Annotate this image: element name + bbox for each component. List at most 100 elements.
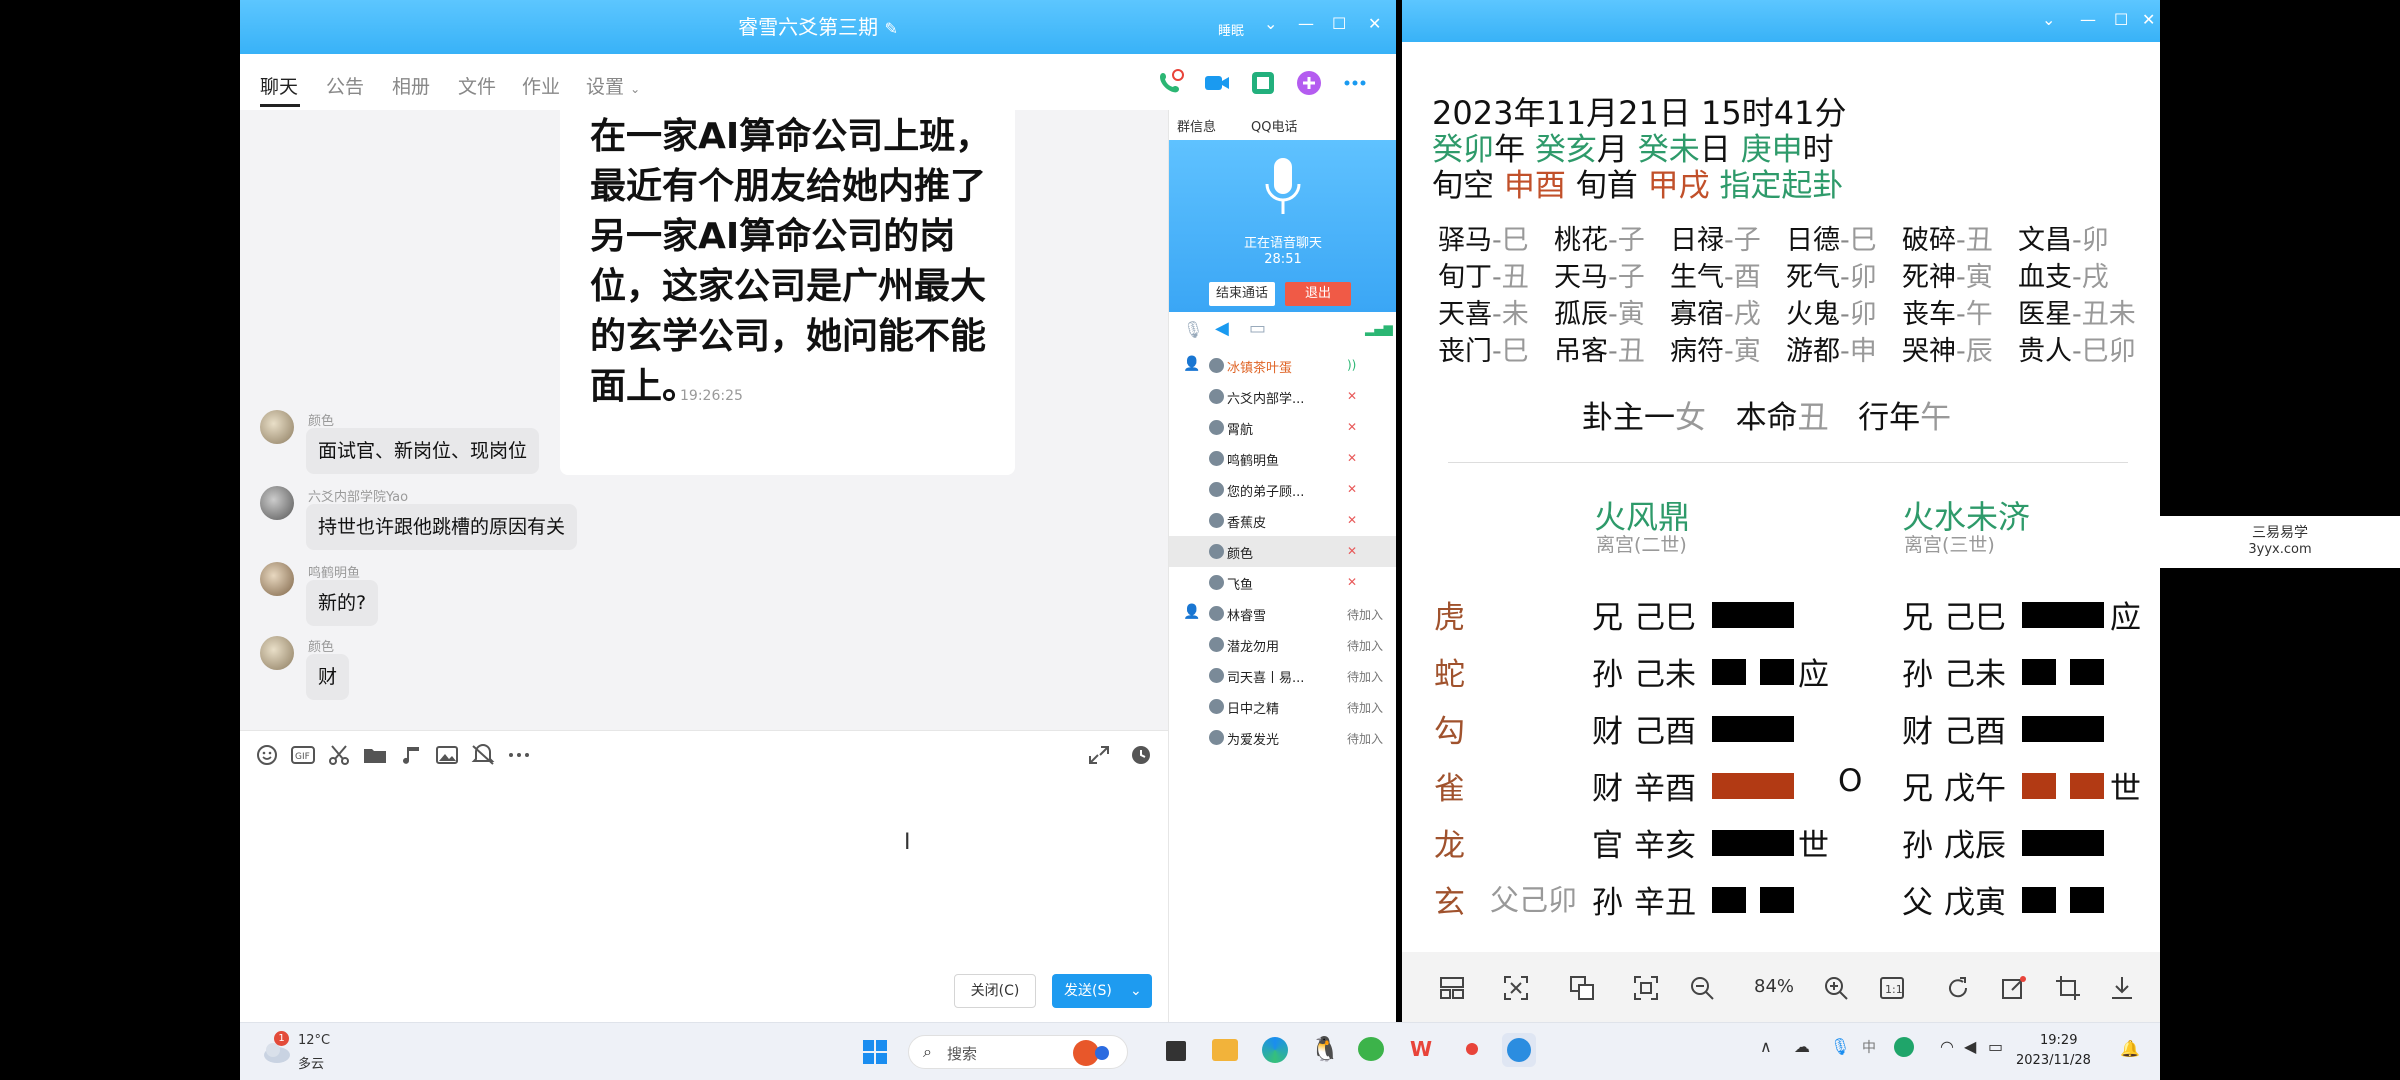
layout-icon[interactable] bbox=[1438, 974, 1466, 1002]
main-liuqin: 财 bbox=[1592, 771, 1623, 807]
edit-icon[interactable]: ✎ bbox=[884, 19, 897, 38]
camera-icon[interactable]: ▭ bbox=[1249, 318, 1266, 339]
folder-icon[interactable] bbox=[362, 743, 388, 767]
zoom-level: 84% bbox=[1754, 976, 1795, 997]
qq-app-icon[interactable]: 🐧 bbox=[1310, 1035, 1340, 1063]
maximize-icon[interactable]: ☐ bbox=[2114, 10, 2128, 29]
close-icon[interactable]: ✕ bbox=[1368, 14, 1381, 33]
member-item[interactable]: 飞鱼 ✕ bbox=[1169, 567, 1396, 598]
gif-icon[interactable]: GIF bbox=[290, 743, 316, 767]
volume-icon[interactable]: ◀ bbox=[1964, 1037, 1976, 1056]
zoom-in-icon[interactable] bbox=[1822, 974, 1850, 1002]
tray-expand-icon[interactable]: ∧ bbox=[1760, 1037, 1772, 1056]
actual-size-icon[interactable]: 1:1 bbox=[1878, 974, 1906, 1002]
minimize-icon[interactable]: — bbox=[2080, 10, 2096, 29]
chevron-down-icon[interactable]: ⌄ bbox=[2042, 10, 2055, 29]
member-item[interactable]: 司天喜丨易... 待加入 bbox=[1169, 660, 1396, 691]
minimize-icon[interactable]: — bbox=[1298, 14, 1314, 33]
battery-icon[interactable]: ▭ bbox=[1988, 1037, 2003, 1056]
weather-widget[interactable]: 1 bbox=[260, 1031, 294, 1067]
video-call-icon[interactable] bbox=[1202, 68, 1232, 98]
download-icon[interactable] bbox=[2108, 974, 2136, 1002]
microphone-icon[interactable]: 🎙 bbox=[1830, 1037, 1850, 1056]
tab-settings[interactable]: 设置 ⌄ bbox=[586, 72, 640, 99]
crop-icon[interactable] bbox=[2054, 974, 2082, 1002]
image-viewer-active-icon[interactable] bbox=[1502, 1033, 1536, 1067]
zoom-out-icon[interactable] bbox=[1688, 974, 1716, 1002]
history-clock-icon[interactable] bbox=[1128, 743, 1154, 767]
phone-call-icon[interactable] bbox=[1156, 68, 1186, 98]
tab-album[interactable]: 相册 bbox=[392, 72, 430, 99]
maximize-icon[interactable]: ☐ bbox=[1332, 14, 1346, 33]
member-item[interactable]: 颜色 ✕ bbox=[1169, 536, 1396, 567]
chevron-down-icon[interactable]: ⌄ bbox=[1130, 974, 1142, 1008]
member-item[interactable]: 👤 林睿雪 待加入 bbox=[1169, 598, 1396, 629]
tab-qq-call[interactable]: QQ电话 bbox=[1251, 116, 1297, 135]
tab-chat[interactable]: 聊天 bbox=[260, 72, 298, 99]
rotate-icon[interactable] bbox=[1944, 974, 1972, 1002]
mic-toggle-icon[interactable]: 🎙 bbox=[1183, 320, 1203, 339]
clock-date[interactable]: 2023/11/28 bbox=[2016, 1053, 2091, 1068]
close-button[interactable]: 关闭(C) bbox=[954, 974, 1036, 1008]
notification-icon[interactable]: 🔔 bbox=[2120, 1039, 2140, 1058]
quoted-image-message[interactable]: 在一家AI算命公司上班，最近有个朋友给她内推了另一家AI算命公司的岗位，这家公司… bbox=[560, 110, 1015, 475]
tab-homework[interactable]: 作业 bbox=[522, 72, 560, 99]
edit-icon[interactable] bbox=[2000, 974, 2028, 1002]
avatar[interactable] bbox=[260, 562, 294, 596]
wechat-icon[interactable] bbox=[1358, 1037, 1384, 1061]
clock-time[interactable]: 19:29 bbox=[2040, 1033, 2077, 1048]
task-view-icon[interactable] bbox=[1166, 1041, 1186, 1061]
avatar[interactable] bbox=[260, 486, 294, 520]
scissors-icon[interactable] bbox=[326, 743, 352, 767]
ime-icon[interactable]: 中 bbox=[1862, 1037, 1876, 1057]
member-item[interactable]: 日中之精 待加入 bbox=[1169, 691, 1396, 722]
mute-icon[interactable] bbox=[470, 743, 496, 767]
message-bubble[interactable]: 面试官、新岗位、现岗位 bbox=[306, 428, 540, 474]
image-icon[interactable] bbox=[434, 743, 460, 767]
member-item[interactable]: 潜龙勿用 待加入 bbox=[1169, 629, 1396, 660]
message-input[interactable]: I 关闭(C) 发送(S) ⌄ bbox=[240, 778, 1168, 1022]
music-icon[interactable] bbox=[398, 743, 424, 767]
translate-icon[interactable] bbox=[1568, 974, 1596, 1002]
wps-icon[interactable]: W bbox=[1410, 1037, 1432, 1061]
onedrive-icon[interactable]: ☁ bbox=[1794, 1037, 1810, 1056]
message-list[interactable]: 在一家AI算命公司上班，最近有个朋友给她内推了另一家AI算命公司的岗位，这家公司… bbox=[240, 110, 1168, 730]
expand-icon[interactable] bbox=[1086, 743, 1112, 767]
avatar[interactable] bbox=[260, 636, 294, 670]
tab-announcement[interactable]: 公告 bbox=[326, 72, 364, 99]
close-icon[interactable]: ✕ bbox=[2142, 10, 2155, 29]
app-tray-icon[interactable] bbox=[1894, 1037, 1914, 1057]
scan-icon[interactable] bbox=[1502, 974, 1530, 1002]
wifi-icon[interactable]: ◠ bbox=[1940, 1037, 1954, 1056]
member-item[interactable]: 鸣鹤明鱼 ✕ bbox=[1169, 443, 1396, 474]
message-bubble[interactable]: 财 bbox=[306, 654, 350, 700]
tab-group-info[interactable]: 群信息 bbox=[1177, 116, 1216, 135]
message-bubble[interactable]: 新的? bbox=[306, 580, 379, 626]
fit-screen-icon[interactable] bbox=[1632, 974, 1660, 1002]
taskbar-search[interactable]: ⌕ 搜索 bbox=[908, 1035, 1128, 1069]
tab-files[interactable]: 文件 bbox=[458, 72, 496, 99]
whiteboard-icon[interactable] bbox=[1248, 68, 1278, 98]
send-button[interactable]: 发送(S) ⌄ bbox=[1052, 974, 1152, 1008]
member-item[interactable]: 👤 冰镇茶叶蛋)) bbox=[1169, 350, 1396, 381]
exit-call-button[interactable]: 退出 bbox=[1285, 282, 1351, 306]
more-icon[interactable] bbox=[1340, 68, 1370, 98]
member-item[interactable]: 为爱发光 待加入 bbox=[1169, 722, 1396, 753]
speaker-icon[interactable]: ◀ bbox=[1215, 318, 1229, 339]
avatar[interactable] bbox=[260, 410, 294, 444]
more-icon[interactable] bbox=[506, 743, 532, 767]
member-item[interactable]: 六爻内部学... ✕ bbox=[1169, 381, 1396, 412]
windows-start-icon[interactable] bbox=[862, 1039, 888, 1065]
add-app-icon[interactable] bbox=[1294, 68, 1324, 98]
member-item[interactable]: 您的弟子顾... ✕ bbox=[1169, 474, 1396, 505]
recorder-icon[interactable] bbox=[1466, 1043, 1478, 1055]
chevron-down-icon[interactable]: ⌄ bbox=[1264, 14, 1277, 33]
emoji-icon[interactable] bbox=[254, 743, 280, 767]
member-item[interactable]: 霄航 ✕ bbox=[1169, 412, 1396, 443]
end-call-button[interactable]: 结束通话 bbox=[1209, 282, 1275, 306]
taskbar: 1 12°C 多云 ⌕ 搜索 🐧 W ∧ ☁ 🎙 中 ◠ ◀ ▭ 19:29 2… bbox=[240, 1022, 2160, 1080]
message-bubble[interactable]: 持世也许跟他跳槽的原因有关 bbox=[306, 504, 578, 550]
edge-browser-icon[interactable] bbox=[1262, 1037, 1288, 1063]
member-item[interactable]: 香蕉皮 ✕ bbox=[1169, 505, 1396, 536]
file-explorer-icon[interactable] bbox=[1212, 1039, 1238, 1061]
